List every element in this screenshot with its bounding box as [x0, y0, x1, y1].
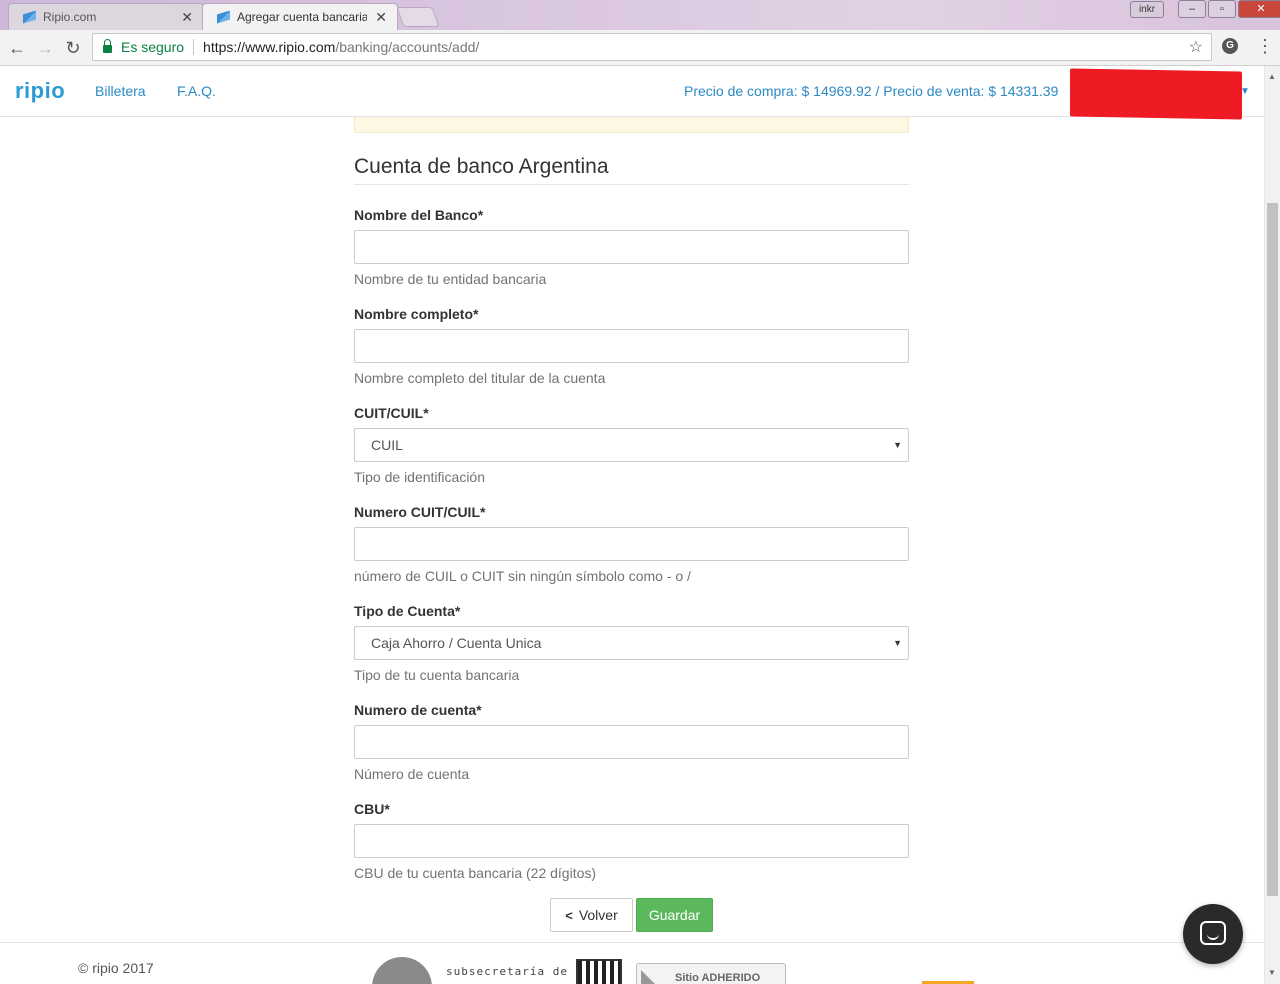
copyright-text: © ripio 2017: [78, 960, 154, 976]
window-close-icon[interactable]: ✕: [1238, 0, 1280, 18]
back-button[interactable]: < Volver: [550, 898, 633, 932]
select-caret-icon: ▼: [893, 440, 902, 450]
chat-launcher-button[interactable]: [1183, 904, 1243, 964]
divider: [193, 39, 195, 55]
select-value: Caja Ahorro / Cuenta Unica: [371, 635, 542, 651]
browser-menu-icon[interactable]: ⋮: [1256, 36, 1274, 57]
page-title: Cuenta de banco Argentina: [354, 155, 609, 178]
account-type-select[interactable]: Caja Ahorro / Cuenta Unica ▼: [354, 626, 909, 660]
account-type-label: Tipo de Cuenta*: [354, 603, 461, 619]
back-arrow-icon[interactable]: ←: [5, 36, 29, 60]
site-footer: © ripio 2017 subsecretaría de Sitio ADHE…: [0, 942, 1264, 984]
id-type-select[interactable]: CUIL ▼: [354, 428, 909, 462]
site-header: ripio Billetera F.A.Q. Precio de compra:…: [0, 66, 1264, 120]
extension-icon[interactable]: G: [1222, 38, 1238, 54]
nav-billetera[interactable]: Billetera: [95, 83, 146, 99]
redacted-user-menu[interactable]: [1070, 68, 1242, 120]
browser-tab-ripio[interactable]: Ripio.com ✕: [8, 3, 204, 30]
window-controls: – ▫ ✕: [1176, 0, 1280, 20]
full-name-input[interactable]: [354, 329, 909, 363]
browser-toolbar: ← → ↻ Es seguro https://www.ripio.com /b…: [0, 30, 1280, 66]
divider: [354, 184, 909, 185]
bookmark-star-icon[interactable]: ☆: [1189, 37, 1203, 57]
secure-label: Es seguro: [121, 39, 185, 55]
id-number-input[interactable]: [354, 527, 909, 561]
page-scrollbar[interactable]: ▲ ▼: [1264, 66, 1280, 984]
tab-close-icon[interactable]: ✕: [375, 9, 387, 26]
notice-box: [354, 117, 909, 133]
tab-title: Agregar cuenta bancaria: [237, 10, 368, 24]
bank-name-label: Nombre del Banco*: [354, 207, 484, 223]
restore-icon[interactable]: ▫: [1208, 0, 1236, 18]
full-name-label: Nombre completo*: [354, 306, 479, 322]
select-value: CUIL: [371, 437, 403, 453]
ripio-favicon-icon: [217, 10, 230, 24]
account-number-help: Número de cuenta: [354, 766, 470, 782]
reload-icon[interactable]: ↻: [61, 36, 85, 60]
scrollbar-thumb[interactable]: [1267, 203, 1278, 896]
chat-bubble-icon: [1200, 921, 1226, 945]
cbu-input[interactable]: [354, 824, 909, 858]
browser-tab-add-account[interactable]: Agregar cuenta bancaria ✕: [202, 3, 398, 30]
id-number-help: número de CUIL o CUIT sin ningún símbolo…: [354, 568, 691, 584]
badge-triangle-icon: [641, 970, 663, 984]
price-ticker: Precio de compra: $ 14969.92 / Precio de…: [684, 83, 1059, 99]
chevron-down-icon[interactable]: ▼: [1240, 86, 1250, 97]
new-tab-button[interactable]: [396, 7, 440, 27]
cbu-help: CBU de tu cuenta bancaria (22 dígitos): [354, 865, 597, 881]
ripio-logo[interactable]: ripio: [15, 78, 65, 104]
scroll-down-arrow-icon[interactable]: ▼: [1268, 968, 1276, 977]
chevron-left-icon: <: [565, 907, 573, 923]
sitio-adherido-badge[interactable]: Sitio ADHERIDO: [636, 963, 786, 984]
account-type-help: Tipo de tu cuenta bancaria: [354, 667, 520, 683]
account-number-input[interactable]: [354, 725, 909, 759]
bank-name-help: Nombre de tu entidad bancaria: [354, 271, 547, 287]
subsecretaria-text: subsecretaría de: [446, 965, 568, 978]
qr-code-icon[interactable]: [576, 959, 622, 984]
id-number-label: Numero CUIT/CUIL*: [354, 504, 486, 520]
forward-arrow-icon[interactable]: →: [33, 36, 57, 60]
consumer-defense-seal-icon: [372, 957, 432, 984]
save-button[interactable]: Guardar: [636, 898, 713, 932]
badge-label: Sitio ADHERIDO: [675, 972, 761, 984]
cbu-label: CBU*: [354, 801, 390, 817]
bank-name-input[interactable]: [354, 230, 909, 264]
tab-title: Ripio.com: [43, 10, 97, 24]
lock-icon: [103, 39, 112, 53]
full-name-help: Nombre completo del titular de la cuenta: [354, 370, 606, 386]
scroll-up-arrow-icon[interactable]: ▲: [1268, 72, 1276, 81]
url-host: https://www.ripio.com: [203, 39, 336, 55]
tab-close-icon[interactable]: ✕: [181, 9, 193, 26]
browser-tabstrip: Ripio.com ✕ Agregar cuenta bancaria ✕ in…: [0, 0, 1280, 30]
id-type-help: Tipo de identificación: [354, 469, 486, 485]
url-path: /banking/accounts/add/: [335, 39, 480, 55]
ripio-favicon-icon: [23, 10, 36, 24]
id-type-label: CUIT/CUIL*: [354, 405, 429, 421]
account-number-label: Numero de cuenta*: [354, 702, 482, 718]
nav-faq[interactable]: F.A.Q.: [177, 83, 216, 99]
address-bar[interactable]: Es seguro https://www.ripio.com /banking…: [92, 33, 1212, 61]
select-caret-icon: ▼: [893, 638, 902, 648]
minimize-icon[interactable]: –: [1178, 0, 1206, 18]
chat-smile-icon: [1207, 933, 1219, 940]
inkr-extension-button[interactable]: inkr: [1130, 1, 1164, 18]
back-button-label: Volver: [578, 907, 618, 923]
